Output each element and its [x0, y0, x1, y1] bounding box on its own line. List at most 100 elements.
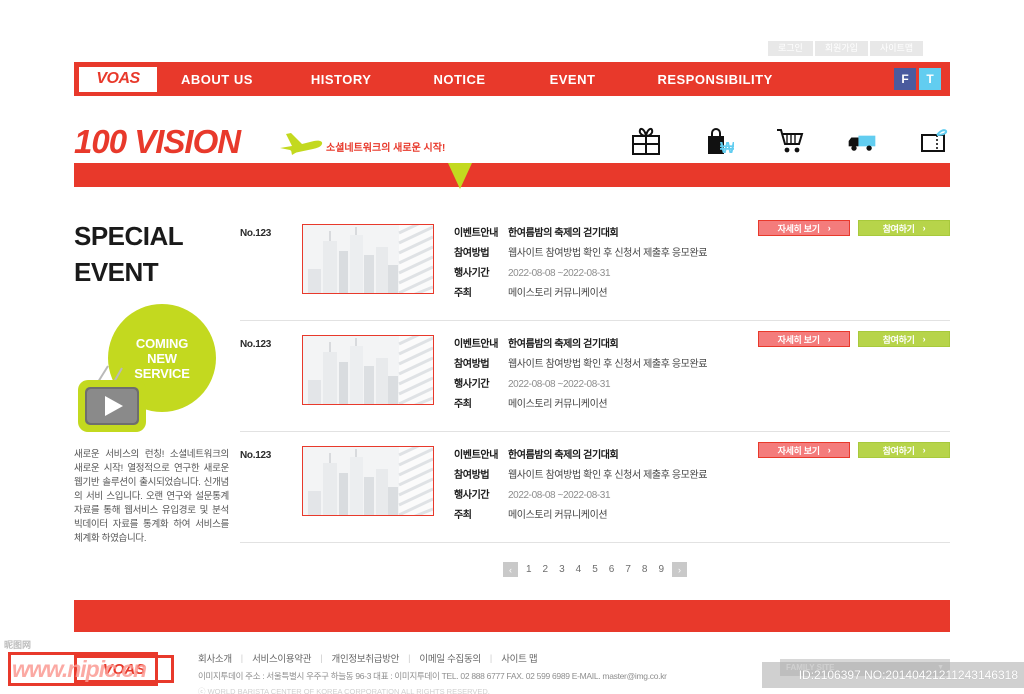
pagination-page-6[interactable]: 6 [606, 564, 618, 575]
event-method-line: 참여방법 웹사이트 참여방법 확인 후 신청서 제출후 응모완료 [454, 466, 784, 481]
pagination-page-2[interactable]: 2 [540, 564, 552, 575]
footer-separator: | [240, 653, 244, 663]
join-button[interactable]: 참여하기 › [858, 220, 950, 236]
table-row[interactable]: No.123 이벤트안내 한여름밤의 축제의 걷기대회 참여방법 웹사이트 참여… [240, 321, 950, 432]
table-row[interactable]: No.123 이벤트안내 한여름밤의 축제의 걷기대회 참여방법 웹사이트 참여… [240, 432, 950, 543]
event-thumbnail[interactable] [302, 446, 434, 516]
delivery-truck-icon[interactable] [846, 125, 878, 157]
detail-button[interactable]: 자세히 보기 › [758, 331, 850, 347]
utility-link-login[interactable]: 로그인 [768, 41, 813, 56]
svg-text:₩: ₩ [720, 140, 734, 157]
event-host-label: 주최 [454, 510, 472, 521]
event-host-line: 주최 메이스토리 커뮤니케이션 [454, 284, 784, 299]
pagination-page-8[interactable]: 8 [639, 564, 651, 575]
utility-link-sitemap[interactable]: 사이트맵 [869, 41, 924, 56]
event-host-value: 메이스토리 커뮤니케이션 [508, 510, 608, 521]
nav-social-links: F T [891, 68, 941, 90]
nav-item-event[interactable]: EVENT [550, 72, 596, 87]
pagination: ‹ 1 2 3 4 5 6 7 8 9 › [240, 562, 950, 577]
footer-link-terms[interactable]: 서비스이용약관 [252, 651, 311, 665]
shopping-bag-won-icon[interactable]: ₩ [702, 125, 734, 157]
event-number: No.123 [240, 339, 271, 350]
event-method-label: 참여방법 [454, 359, 490, 370]
sidebar-description: 새로운 서비스의 런칭! 소셜네트워크의 새로운 시작! 열정적으로 연구한 새… [74, 449, 229, 544]
utility-link-signup[interactable]: 회원가입 [814, 41, 868, 56]
twitter-icon[interactable]: T [919, 68, 941, 90]
event-thumbnail[interactable] [302, 224, 434, 294]
detail-button-label: 자세히 보기 [777, 334, 820, 345]
gift-box-icon[interactable] [630, 125, 662, 157]
nav-logo[interactable]: VOAS [79, 66, 157, 92]
coming-badge-line1: COMING [135, 335, 189, 351]
nav-item-about-us[interactable]: ABOUT US [181, 72, 253, 87]
event-guide-label: 이벤트안내 [454, 339, 499, 350]
event-list: No.123 이벤트안내 한여름밤의 축제의 걷기대회 참여방법 웹사이트 참여… [240, 210, 950, 543]
band-arrow-icon [448, 163, 472, 189]
event-thumbnail[interactable] [302, 335, 434, 405]
header-red-band [74, 163, 950, 187]
join-button[interactable]: 참여하기 › [858, 442, 950, 458]
chevron-right-icon: › [922, 223, 926, 233]
chevron-right-icon: › [827, 223, 831, 233]
event-actions: 자세히 보기 › 참여하기 › [758, 442, 950, 458]
pagination-page-4[interactable]: 4 [573, 564, 585, 575]
pagination-page-1[interactable]: 1 [523, 564, 535, 575]
detail-button-label: 자세히 보기 [777, 223, 820, 234]
event-guide-line: 이벤트안내 한여름밤의 축제의 걷기대회 [454, 224, 784, 239]
footer-link-email-consent[interactable]: 이메일 수집동의 [419, 651, 481, 665]
brand-header: 100 VISION 소셜네트워크의 새로운 시작! ₩ [74, 122, 950, 164]
event-host-value: 메이스토리 커뮤니케이션 [508, 288, 608, 299]
event-host-label: 주최 [454, 288, 472, 299]
event-period-value: 2022-08-08 ~2022-08-31 [508, 268, 611, 279]
cityscape-image [303, 336, 433, 404]
footer-link-company-info[interactable]: 회사소개 [198, 651, 232, 665]
footer-link-privacy[interactable]: 개인정보취급방안 [332, 651, 400, 665]
nav-item-notice[interactable]: NOTICE [433, 72, 485, 87]
event-info: 이벤트안내 한여름밤의 축제의 걷기대회 참여방법 웹사이트 참여방법 확인 후… [454, 442, 784, 526]
detail-button[interactable]: 자세히 보기 › [758, 442, 850, 458]
watermark-id: ID:2106397 NO:20140421211243146318 [798, 668, 1018, 682]
tv-play-icon[interactable] [74, 362, 152, 436]
nav-item-history[interactable]: HISTORY [311, 72, 372, 87]
cityscape-image [303, 447, 433, 515]
event-guide-value: 한여름밤의 축제의 걷기대회 [508, 450, 619, 461]
facebook-icon[interactable]: F [894, 68, 916, 90]
footer-link-sitemap[interactable]: 사이트 맵 [501, 651, 537, 665]
brand-title: 100 VISION [74, 123, 241, 160]
footer-separator: | [408, 653, 411, 663]
sidebar: SPECIAL EVENT COMING NEW SERVICE 새로운 서비스… [74, 218, 229, 546]
event-number: No.123 [240, 228, 271, 239]
event-guide-label: 이벤트안내 [454, 228, 499, 239]
chevron-right-icon: › [922, 445, 926, 455]
event-period-line: 행사기간 2022-08-08 ~2022-08-31 [454, 375, 784, 390]
gift-book-icon[interactable] [918, 125, 950, 157]
watermark-prefix: 昵图网 [4, 640, 32, 650]
join-button[interactable]: 참여하기 › [858, 331, 950, 347]
shopping-cart-icon[interactable] [774, 125, 806, 157]
footer-links: 회사소개 | 서비스이용약관 | 개인정보취급방안 | 이메일 수집동의 | 사… [198, 651, 818, 665]
pagination-page-7[interactable]: 7 [622, 564, 634, 575]
brand-tagline: 소셜네트워크의 새로운 시작! [326, 143, 446, 154]
event-period-line: 행사기간 2022-08-08 ~2022-08-31 [454, 264, 784, 279]
footer-address: 이미지투데이 주소 : 서울특별시 우주구 하늘동 96-3 대표 : 이미지투… [198, 671, 667, 681]
nav-links: ABOUT US HISTORY NOTICE EVENT RESPONSIBI… [181, 72, 891, 87]
event-actions: 자세히 보기 › 참여하기 › [758, 331, 950, 347]
event-method-line: 참여방법 웹사이트 참여방법 확인 후 신청서 제출후 응모완료 [454, 355, 784, 370]
event-number: No.123 [240, 450, 271, 461]
event-host-line: 주최 메이스토리 커뮤니케이션 [454, 506, 784, 521]
pagination-page-5[interactable]: 5 [589, 564, 601, 575]
chevron-right-icon: › [922, 334, 926, 344]
sidebar-title-line2: EVENT [74, 257, 159, 287]
detail-button-label: 자세히 보기 [777, 445, 820, 456]
nav-item-responsibility[interactable]: RESPONSIBILITY [657, 72, 772, 87]
event-method-label: 참여방법 [454, 248, 490, 259]
pagination-page-9[interactable]: 9 [655, 564, 667, 575]
pagination-prev[interactable]: ‹ [502, 562, 518, 577]
join-button-label: 참여하기 [882, 445, 915, 456]
chevron-right-icon: › [827, 334, 831, 344]
pagination-next[interactable]: › [672, 562, 688, 577]
detail-button[interactable]: 자세히 보기 › [758, 220, 850, 236]
pagination-page-3[interactable]: 3 [556, 564, 568, 575]
table-row[interactable]: No.123 이벤트안내 한여름밤의 축제의 걷기대회 참여방법 웹사이트 참여… [240, 210, 950, 321]
event-period-label: 행사기간 [454, 268, 490, 279]
